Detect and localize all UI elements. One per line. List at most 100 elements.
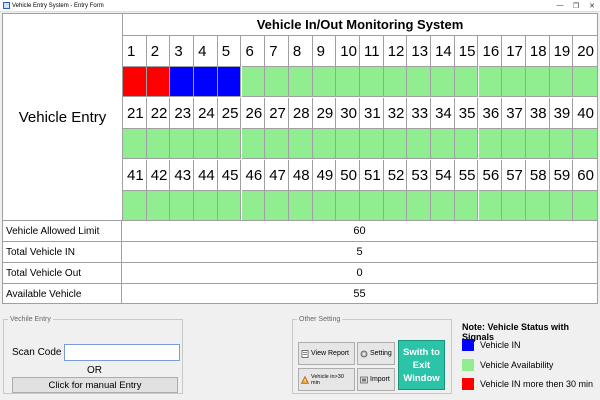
- app-icon: [3, 2, 10, 9]
- stat-label: Total Vehicle Out: [3, 263, 122, 283]
- slot-status-cell[interactable]: [312, 128, 337, 159]
- slot-status-cell[interactable]: [431, 66, 455, 97]
- slot-status-cell[interactable]: [573, 190, 597, 221]
- legend-label: Vehicle Availability: [480, 360, 554, 370]
- slot-number: 24: [194, 98, 218, 128]
- slot-status-cell[interactable]: [454, 128, 479, 159]
- slot-number: 56: [478, 160, 503, 190]
- slot-status-cell[interactable]: [170, 128, 195, 159]
- legend-item-overdue: Vehicle IN more then 30 min: [462, 377, 600, 391]
- slot-status-cell[interactable]: [265, 190, 289, 221]
- slot-number: 46: [241, 160, 266, 190]
- slot-status-cell[interactable]: [478, 190, 503, 221]
- slot-status-cell[interactable]: [170, 66, 195, 97]
- slot-status-cell[interactable]: [123, 66, 147, 97]
- slot-status-cell[interactable]: [502, 66, 526, 97]
- slot-status-cell[interactable]: [478, 128, 503, 159]
- stat-row-allowed-limit: Vehicle Allowed Limit 60: [3, 221, 597, 242]
- slot-status-cell[interactable]: [217, 128, 242, 159]
- main-window: Vehicle Entry System - Entry Form — ❐ ✕ …: [0, 0, 600, 400]
- slot-status-cell[interactable]: [383, 128, 408, 159]
- slot-status-cell[interactable]: [123, 128, 147, 159]
- gear-icon: [360, 350, 368, 358]
- slot-number: 43: [170, 160, 195, 190]
- slot-status-cell[interactable]: [146, 66, 171, 97]
- slot-status-cell[interactable]: [407, 128, 432, 159]
- slot-status-cell[interactable]: [431, 128, 455, 159]
- slot-status-cell[interactable]: [525, 128, 550, 159]
- slot-number: 18: [525, 36, 550, 66]
- slot-status-cell[interactable]: [407, 66, 432, 97]
- setting-label: Setting: [370, 350, 392, 357]
- minimize-button[interactable]: —: [552, 0, 568, 12]
- slot-status-cell[interactable]: [383, 66, 408, 97]
- slot-status-cell[interactable]: [288, 128, 313, 159]
- switch-to-exit-button[interactable]: Swith to Exit Window: [398, 340, 445, 390]
- window-title: Vehicle Entry System - Entry Form: [12, 2, 104, 9]
- slot-status-cell[interactable]: [312, 190, 337, 221]
- slot-status-cell[interactable]: [549, 128, 574, 159]
- slot-status-cell[interactable]: [265, 66, 289, 97]
- slot-number: 12: [383, 36, 408, 66]
- slot-status-cell[interactable]: [549, 190, 574, 221]
- slot-number: 60: [573, 160, 597, 190]
- other-group-legend: Other Setting: [299, 316, 341, 323]
- manual-entry-button[interactable]: Click for manual Entry: [12, 377, 178, 393]
- slot-number: 51: [360, 160, 384, 190]
- slot-number: 49: [312, 160, 337, 190]
- slot-status-cell[interactable]: [549, 66, 574, 97]
- slot-number: 26: [241, 98, 266, 128]
- slot-status-cell[interactable]: [194, 66, 218, 97]
- slot-status-cell[interactable]: [217, 190, 242, 221]
- scan-code-input[interactable]: [64, 344, 180, 361]
- slot-status-cell[interactable]: [573, 128, 597, 159]
- slot-status-cell[interactable]: [502, 190, 526, 221]
- slot-number: 57: [502, 160, 526, 190]
- slot-status-cell[interactable]: [573, 66, 597, 97]
- slot-status-cell[interactable]: [478, 66, 503, 97]
- slot-number: 30: [336, 98, 360, 128]
- slot-status-cell[interactable]: [431, 190, 455, 221]
- import-icon: [360, 376, 368, 384]
- close-button[interactable]: ✕: [584, 0, 600, 12]
- slot-status-cell[interactable]: [383, 190, 408, 221]
- slot-number: 14: [431, 36, 455, 66]
- import-button[interactable]: Import: [357, 368, 395, 391]
- slot-status-cell[interactable]: [336, 66, 360, 97]
- vehicle-entry-label: Vehicle Entry: [3, 14, 123, 220]
- slot-status-cell[interactable]: [454, 66, 479, 97]
- slot-status-cell[interactable]: [241, 66, 266, 97]
- slot-status-cell[interactable]: [360, 190, 384, 221]
- slot-status-cell[interactable]: [194, 128, 218, 159]
- slot-status-cell[interactable]: [336, 190, 360, 221]
- slot-status-cell[interactable]: [288, 190, 313, 221]
- view-report-button[interactable]: View Report: [298, 342, 355, 365]
- slot-status-cell[interactable]: [407, 190, 432, 221]
- slot-status-cell[interactable]: [241, 128, 266, 159]
- vehicle-in-30-button[interactable]: Vehicle in>30 min: [298, 368, 355, 391]
- slot-status-cell[interactable]: [336, 128, 360, 159]
- slot-number: 22: [146, 98, 171, 128]
- stat-value: 60: [353, 225, 366, 237]
- slot-status-cell[interactable]: [170, 190, 195, 221]
- slot-status-cell[interactable]: [123, 190, 147, 221]
- slot-status-cell[interactable]: [265, 128, 289, 159]
- slot-status-cell[interactable]: [146, 190, 171, 221]
- slot-status-cell[interactable]: [360, 66, 384, 97]
- slot-status-cell[interactable]: [146, 128, 171, 159]
- slot-status-cell[interactable]: [288, 66, 313, 97]
- setting-button[interactable]: Setting: [357, 342, 395, 365]
- slot-status-cell[interactable]: [454, 190, 479, 221]
- maximize-button[interactable]: ❐: [568, 0, 584, 12]
- slot-status-cell[interactable]: [525, 66, 550, 97]
- slot-number: 35: [454, 98, 479, 128]
- slot-status-cell[interactable]: [502, 128, 526, 159]
- slot-status-cell[interactable]: [194, 190, 218, 221]
- slot-number: 29: [312, 98, 337, 128]
- import-label: Import: [370, 376, 390, 383]
- slot-status-cell[interactable]: [217, 66, 242, 97]
- slot-status-cell[interactable]: [525, 190, 550, 221]
- slot-status-cell[interactable]: [241, 190, 266, 221]
- slot-status-cell[interactable]: [360, 128, 384, 159]
- slot-status-cell[interactable]: [312, 66, 337, 97]
